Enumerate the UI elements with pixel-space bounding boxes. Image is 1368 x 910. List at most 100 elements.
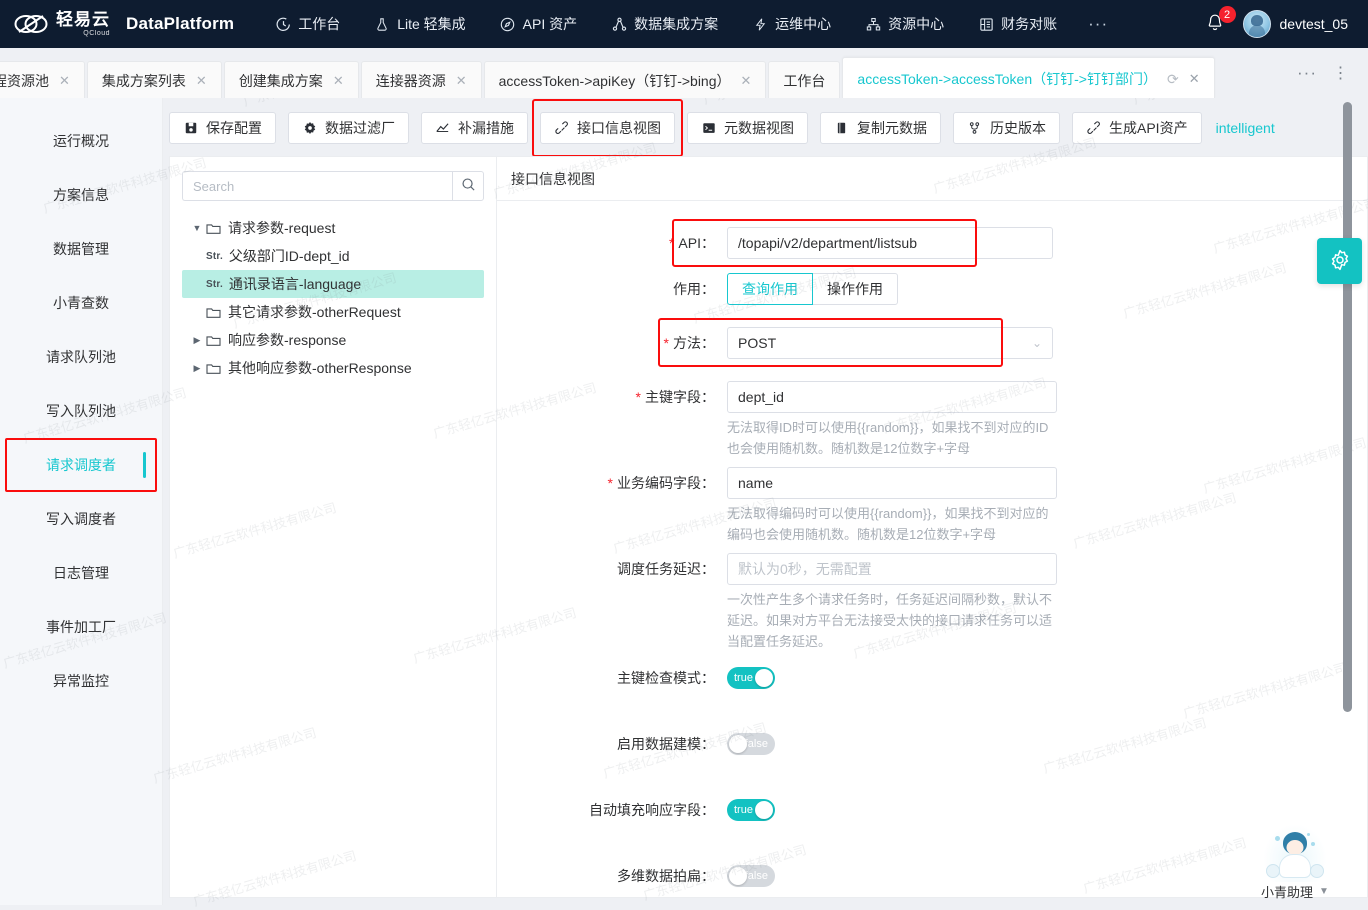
org-icon	[865, 16, 881, 32]
form-row-task-delay: 调度任务延迟： 一次性产生多个请求任务时，任务延迟间隔秒数，默认不延迟。如果对方…	[497, 553, 1367, 652]
button-label: 接口信息视图	[577, 120, 661, 136]
method-select-input[interactable]	[727, 327, 1053, 359]
vertical-scrollbar-track[interactable]	[1343, 98, 1360, 905]
chevron-right-icon[interactable]: ▶	[188, 335, 206, 346]
user-menu[interactable]: devtest_05	[1242, 10, 1348, 38]
nav-item-lite-integration[interactable]: Lite 轻集成	[357, 0, 482, 48]
assistant-bar[interactable]: 小青助理 ▼	[1261, 882, 1329, 905]
primary-key-check-mode-label: 主键检查模式：	[617, 670, 715, 686]
tree-node-other-request[interactable]: ▶ 其它请求参数-otherRequest	[182, 298, 484, 326]
nav-item-finance-reconciliation[interactable]: 财务对账	[961, 0, 1074, 48]
sidebar-item-overview[interactable]: 运行概况	[0, 114, 162, 168]
tab-workbench[interactable]: 工作台	[768, 61, 841, 98]
tab-label: accessToken->apiKey（钉钉->bing）	[498, 72, 731, 89]
biz-code-control: 无法取得编码时可以使用{{random}}，如果找不到对应的编码也会使用随机数。…	[727, 467, 1057, 545]
sidebar-item-xiaoqing-query[interactable]: 小青查数	[0, 276, 162, 330]
tree-node-language[interactable]: Str. 通讯录语言-language	[182, 270, 484, 298]
copy-metadata-button[interactable]: 复制元数据	[820, 112, 941, 144]
close-icon[interactable]: ✕	[456, 74, 467, 87]
string-type-tag: Str.	[206, 278, 223, 290]
nav-item-resource-center[interactable]: 资源中心	[848, 0, 961, 48]
primary-key-check-mode-toggle[interactable]: true	[727, 667, 775, 689]
primary-key-input[interactable]	[727, 381, 1057, 413]
close-icon[interactable]: ✕	[741, 74, 752, 87]
api-control	[727, 227, 1057, 259]
nav-item-ops-center[interactable]: 运维中心	[735, 0, 848, 48]
chevron-down-icon[interactable]: ▼	[188, 223, 206, 233]
sidebar-item-request-queue-pool[interactable]: 请求队列池	[0, 330, 162, 384]
enable-data-modeling-toggle[interactable]: false	[727, 733, 775, 755]
qcloud-logo-icon	[14, 11, 48, 37]
tab-integration-plan-list[interactable]: 集成方案列表 ✕	[86, 61, 222, 98]
tab-more-button[interactable]: ···	[1290, 48, 1324, 98]
tab-list: 程资源池 ✕ 集成方案列表 ✕ 创建集成方案 ✕ 连接器资源 ✕ accessT…	[0, 48, 1284, 98]
nav-item-workbench[interactable]: 工作台	[258, 0, 357, 48]
interface-info-view-button[interactable]: 接口信息视图	[540, 112, 675, 144]
toggle-knob	[729, 867, 747, 885]
search-input[interactable]	[182, 171, 452, 201]
sidebar-item-log-management[interactable]: 日志管理	[0, 546, 162, 600]
vertical-scrollbar-thumb[interactable]	[1343, 102, 1352, 712]
search-button[interactable]	[452, 171, 484, 201]
sidebar-item-write-queue-pool[interactable]: 写入队列池	[0, 384, 162, 438]
settings-fab-button[interactable]	[1317, 238, 1362, 284]
metadata-view-button[interactable]: 元数据视图	[687, 112, 808, 144]
patch-measures-button[interactable]: 补漏措施	[421, 112, 528, 144]
sidebar-item-exception-monitor[interactable]: 异常监控	[0, 654, 162, 708]
sidebar-item-request-scheduler[interactable]: 请求调度者	[0, 438, 162, 492]
main-nav-items: 工作台 Lite 轻集成 API 资产 数据集成方案 运维中心 资源中心 财务对…	[258, 0, 1122, 48]
save-config-button[interactable]: 保存配置	[169, 112, 276, 144]
flatten-multidimensional-data-toggle[interactable]: false	[727, 865, 775, 887]
tree-node-label: 父级部门ID-dept_id	[228, 248, 350, 264]
tab-accesstoken-apikey[interactable]: accessToken->apiKey（钉钉->bing） ✕	[483, 61, 767, 98]
reload-icon[interactable]: ⟳	[1167, 72, 1179, 86]
tab-resource-pool[interactable]: 程资源池 ✕	[0, 61, 85, 98]
generate-api-asset-button[interactable]: 生成API资产	[1072, 112, 1202, 144]
form-row-flatten-multidimensional-data: 多维数据拍扁： false	[497, 860, 1367, 892]
notification-bell-button[interactable]: 2	[1205, 6, 1236, 35]
role-option-operate[interactable]: 操作作用	[812, 273, 898, 305]
tab-connector-resource[interactable]: 连接器资源 ✕	[360, 61, 482, 98]
compass-icon	[500, 16, 516, 32]
chevron-down-icon[interactable]: ▼	[1319, 886, 1329, 897]
tree-node-response[interactable]: ▶ 响应参数-response	[182, 326, 484, 354]
nav-item-api-assets[interactable]: API 资产	[483, 0, 594, 48]
save-icon	[183, 121, 198, 136]
tree-node-request[interactable]: ▼ 请求参数-request	[182, 214, 484, 242]
intelligent-link[interactable]: intelligent	[1216, 120, 1275, 136]
sidebar-item-write-scheduler[interactable]: 写入调度者	[0, 492, 162, 546]
tab-accesstoken-accesstoken[interactable]: accessToken->accessToken（钉钉->钉钉部门） ⟳ ✕	[842, 57, 1215, 98]
brand-logo[interactable]: 轻易云 QCloud DataPlatform	[14, 11, 234, 37]
tab-menu-button[interactable]: ⋮	[1324, 48, 1358, 98]
sidebar-item-event-factory[interactable]: 事件加工厂	[0, 600, 162, 654]
nav-more-button[interactable]: ···	[1074, 15, 1122, 32]
api-input[interactable]	[727, 227, 1053, 259]
role-option-query[interactable]: 查询作用	[727, 273, 813, 305]
nav-label: 数据集成方案	[634, 16, 719, 32]
close-icon[interactable]: ✕	[1189, 72, 1200, 85]
sidebar-item-data-management[interactable]: 数据管理	[0, 222, 162, 276]
assistant-widget[interactable]: 小青助理 ▼	[1252, 824, 1338, 905]
nav-item-data-integration-plan[interactable]: 数据集成方案	[594, 0, 735, 48]
tree-node-other-response[interactable]: ▶ 其他响应参数-otherResponse	[182, 354, 484, 382]
main-shell: 运行概况 方案信息 数据管理 小青查数 请求队列池 写入队列池 请求调度者 写入…	[0, 98, 1368, 905]
biz-code-input[interactable]	[727, 467, 1057, 499]
close-icon[interactable]: ✕	[196, 74, 207, 87]
left-sidebar: 运行概况 方案信息 数据管理 小青查数 请求队列池 写入队列池 请求调度者 写入…	[0, 98, 163, 905]
nav-label: API 资产	[522, 16, 578, 32]
ledger-icon	[978, 16, 994, 32]
tab-create-integration-plan[interactable]: 创建集成方案 ✕	[223, 61, 359, 98]
auto-fill-response-fields-toggle[interactable]: true	[727, 799, 775, 821]
close-icon[interactable]: ✕	[333, 74, 344, 87]
button-label: 复制元数据	[857, 120, 927, 136]
pane-title: 接口信息视图	[497, 157, 1367, 201]
chevron-right-icon[interactable]: ▶	[188, 363, 206, 374]
close-icon[interactable]: ✕	[59, 74, 70, 87]
history-version-button[interactable]: 历史版本	[953, 112, 1060, 144]
sidebar-item-plan-info[interactable]: 方案信息	[0, 168, 162, 222]
tab-label: 集成方案列表	[101, 72, 186, 89]
method-select[interactable]: ⌄	[727, 327, 1053, 359]
tree-node-dept-id[interactable]: Str. 父级部门ID-dept_id	[182, 242, 484, 270]
data-filter-factory-button[interactable]: 数据过滤厂	[288, 112, 409, 144]
task-delay-input[interactable]	[727, 553, 1057, 585]
